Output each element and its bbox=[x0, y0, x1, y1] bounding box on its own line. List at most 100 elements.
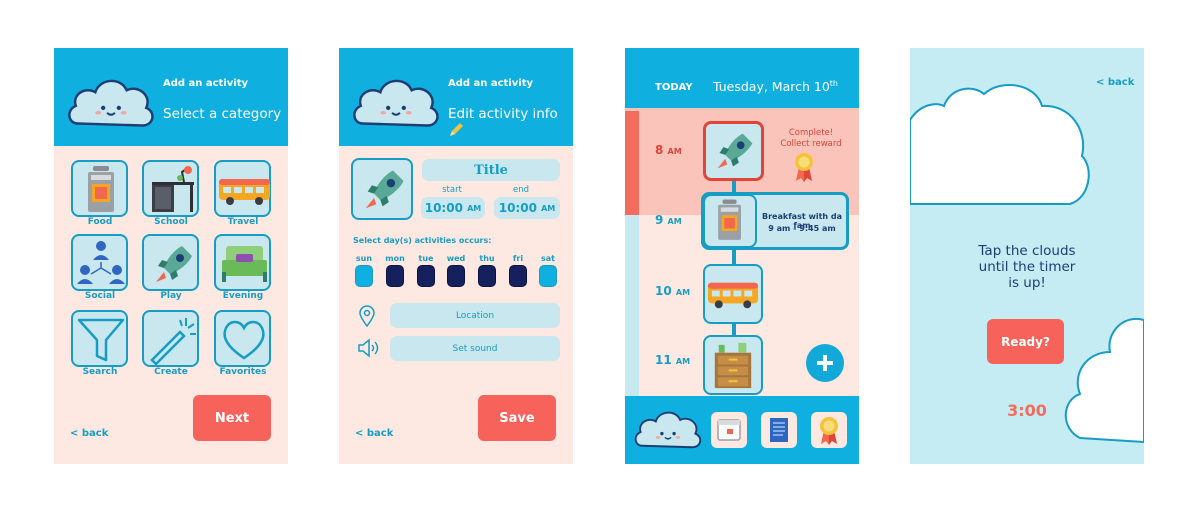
cloud-game-screen: < back Tap the clouds until the timer is… bbox=[910, 48, 1144, 464]
timeline-rail bbox=[625, 215, 639, 396]
back-link[interactable]: < back bbox=[355, 428, 393, 439]
reward-ribbon-icon[interactable] bbox=[793, 151, 815, 183]
add-activity-button[interactable] bbox=[806, 344, 844, 382]
day-toggle-thu[interactable] bbox=[478, 265, 496, 287]
bed-icon bbox=[222, 246, 267, 282]
next-button[interactable]: Next bbox=[193, 395, 271, 441]
date-label: Tuesday, March 10th bbox=[713, 79, 838, 94]
category-social-label: Social bbox=[84, 291, 116, 301]
header-title-text: Edit activity info bbox=[448, 106, 558, 122]
event-icon bbox=[703, 194, 757, 248]
hour-9: 9 AM bbox=[655, 213, 682, 227]
category-travel[interactable] bbox=[214, 160, 271, 217]
day-label-sat: sat bbox=[541, 254, 555, 263]
location-field[interactable]: Location bbox=[390, 303, 560, 328]
complete-message: Complete! Collect reward bbox=[771, 128, 851, 150]
category-search-label: Search bbox=[82, 367, 118, 377]
top-cloud[interactable] bbox=[910, 83, 1090, 205]
location-pin-icon bbox=[359, 305, 375, 327]
day-toggle-sat[interactable] bbox=[539, 265, 557, 287]
category-social[interactable] bbox=[71, 234, 128, 291]
start-time-value: 10:00 bbox=[424, 201, 463, 215]
hour-10: 10 AM bbox=[655, 284, 690, 298]
stove-icon bbox=[88, 166, 114, 212]
day-label-mon: mon bbox=[385, 254, 405, 263]
plus-icon bbox=[817, 355, 833, 371]
title-field[interactable]: Title bbox=[422, 159, 560, 181]
instructions-line3: is up! bbox=[1008, 275, 1046, 291]
category-favorites[interactable] bbox=[214, 310, 271, 367]
hour-10-ampm: AM bbox=[675, 288, 691, 297]
dresser-icon bbox=[714, 342, 752, 389]
category-search[interactable] bbox=[71, 310, 128, 367]
pencil-icon[interactable] bbox=[448, 122, 464, 138]
category-school[interactable] bbox=[142, 160, 199, 217]
select-category-screen: Add an activity Select a category Food S… bbox=[54, 48, 288, 464]
category-play-label: Play bbox=[160, 291, 182, 301]
day-toggle-fri[interactable] bbox=[509, 265, 527, 287]
day-toggle-wed[interactable] bbox=[447, 265, 465, 287]
day-label-thu: thu bbox=[479, 254, 495, 263]
hour-9-ampm: AM bbox=[667, 217, 682, 226]
calendar-button[interactable] bbox=[711, 412, 747, 448]
date-text: Tuesday, March 10 bbox=[713, 79, 830, 95]
back-link[interactable]: < back bbox=[70, 428, 108, 439]
category-favorites-label: Favorites bbox=[219, 367, 267, 377]
end-ampm: AM bbox=[541, 203, 556, 213]
instructions-line2: until the timer bbox=[978, 259, 1076, 275]
day-toggle-sun[interactable] bbox=[355, 265, 373, 287]
completed-activity[interactable] bbox=[703, 121, 764, 181]
save-button[interactable]: Save bbox=[478, 395, 556, 441]
magic-wand-icon bbox=[150, 318, 196, 366]
ready-button[interactable]: Ready? bbox=[987, 319, 1064, 364]
speaker-icon bbox=[358, 338, 379, 358]
start-ampm: AM bbox=[467, 203, 482, 213]
category-evening[interactable] bbox=[214, 234, 271, 291]
date-suffix: th bbox=[829, 79, 839, 88]
hour-10-num: 10 bbox=[655, 284, 672, 298]
travel-activity[interactable] bbox=[703, 264, 763, 324]
header: Add an activity Select a category bbox=[54, 48, 288, 146]
hour-9-num: 9 bbox=[655, 213, 664, 227]
bottom-cloud[interactable] bbox=[1064, 317, 1144, 444]
header-title: Select a category bbox=[163, 106, 282, 122]
complete-line2: Collect reward bbox=[780, 139, 842, 149]
funnel-icon bbox=[77, 318, 125, 362]
hour-11-ampm: AM bbox=[675, 357, 691, 366]
hour-11-num: 11 bbox=[655, 353, 672, 367]
hour-8: 8 AM bbox=[655, 143, 682, 157]
cloud-mascot-icon bbox=[68, 79, 154, 127]
rewards-button[interactable] bbox=[811, 412, 847, 448]
category-create-label: Create bbox=[154, 367, 188, 377]
today-label: TODAY bbox=[655, 82, 693, 93]
hour-8-num: 8 bbox=[655, 143, 664, 157]
cloud-icon[interactable] bbox=[633, 404, 703, 454]
set-sound-field[interactable]: Set sound bbox=[390, 336, 560, 361]
category-play[interactable] bbox=[142, 234, 199, 291]
calendar-icon bbox=[717, 419, 741, 441]
day-toggle-mon[interactable] bbox=[386, 265, 404, 287]
end-label: end bbox=[512, 185, 529, 195]
dress-activity[interactable] bbox=[703, 335, 763, 395]
category-travel-label: Travel bbox=[227, 217, 259, 227]
day-label-wed: wed bbox=[446, 254, 466, 263]
day-label-fri: fri bbox=[512, 254, 524, 263]
day-toggle-tue[interactable] bbox=[417, 265, 435, 287]
people-icon bbox=[77, 241, 125, 284]
edit-activity-screen: Add an activity Edit activity info Title… bbox=[339, 48, 573, 464]
activity-icon-picker[interactable] bbox=[351, 158, 413, 220]
notes-icon bbox=[770, 418, 788, 442]
end-time-field[interactable]: 10:00 AM bbox=[494, 197, 560, 219]
category-school-label: School bbox=[154, 217, 188, 227]
rocket-icon bbox=[365, 170, 404, 209]
desk-icon bbox=[152, 166, 194, 212]
start-time-field[interactable]: 10:00 AM bbox=[421, 197, 485, 219]
back-link[interactable]: < back bbox=[1096, 77, 1134, 88]
current-hour-marker bbox=[625, 111, 639, 215]
notes-button[interactable] bbox=[761, 412, 797, 448]
complete-line1: Complete! bbox=[788, 128, 834, 138]
category-create[interactable] bbox=[142, 310, 199, 367]
category-food[interactable] bbox=[71, 160, 128, 217]
start-label: start bbox=[442, 185, 462, 195]
event-time: 9 am - 9:45 am bbox=[768, 224, 836, 233]
